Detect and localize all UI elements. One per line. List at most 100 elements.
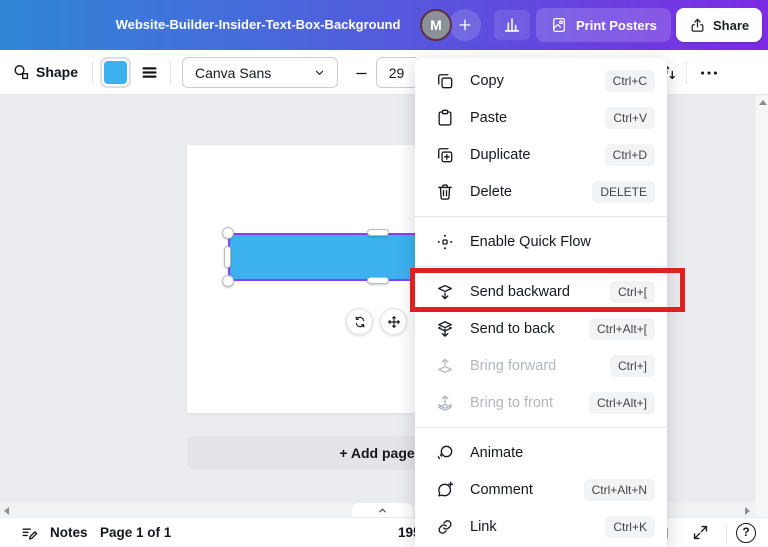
toolbar-divider (92, 61, 93, 84)
share-icon (689, 17, 706, 34)
statusbar-divider (726, 524, 727, 542)
menu-item-send-to-back[interactable]: Send to back Ctrl+Alt+[ (415, 310, 667, 347)
menu-item-paste[interactable]: Paste Ctrl+V (415, 99, 667, 136)
shape-label: Shape (36, 50, 78, 95)
menu-item-send-backward[interactable]: Send backwardCtrl+[ (415, 273, 667, 310)
shortcut-badge: Ctrl+C (605, 70, 655, 92)
resize-handle-left[interactable] (224, 246, 231, 268)
share-label: Share (713, 18, 749, 33)
share-button[interactable]: Share (676, 8, 762, 42)
menu-separator (415, 266, 667, 267)
move-icon (386, 314, 402, 330)
resize-handle-top-left[interactable] (222, 227, 234, 239)
menu-item-copy[interactable]: Copy Ctrl+C (415, 62, 667, 99)
menu-item-label: Send to back (470, 321, 574, 337)
menu-item-label: Copy (470, 73, 590, 89)
rotate-icon (352, 314, 368, 330)
font-family-select[interactable]: Canva Sans (182, 57, 338, 88)
canva-editor-window: Website-Builder-Insider-Text-Box-Backgro… (0, 0, 768, 547)
menu-item-label: Delete (470, 184, 577, 200)
menu-item-label: Paste (470, 110, 590, 126)
menu-item-label: Comment (470, 482, 569, 498)
menu-item-bring-forward: Bring forward Ctrl+] (415, 347, 667, 384)
bring-forward-icon (435, 356, 455, 376)
link-icon (435, 517, 455, 537)
comment-icon (435, 480, 455, 500)
menu-item-label: Animate (470, 445, 655, 461)
shortcut-badge: Ctrl+] (610, 355, 655, 377)
shortcut-badge: Ctrl+V (605, 107, 655, 129)
font-size-decrease-button[interactable] (350, 62, 372, 84)
add-member-button[interactable] (449, 9, 481, 41)
rotate-button[interactable] (346, 308, 373, 335)
menu-separator (415, 427, 667, 428)
font-name: Canva Sans (195, 65, 271, 81)
avatar[interactable]: M (420, 9, 452, 41)
menu-item-label: Duplicate (470, 147, 590, 163)
trash-icon (435, 182, 455, 202)
insights-button[interactable] (494, 10, 530, 40)
scrollbar-corner (755, 503, 768, 517)
animate-icon (435, 443, 455, 463)
menu-item-label: Enable Quick Flow (470, 234, 655, 250)
minus-icon (353, 65, 370, 82)
ellipsis-icon (698, 62, 720, 84)
plus-icon (456, 16, 474, 34)
stroke-style-button[interactable] (140, 63, 159, 82)
duplicate-icon (435, 145, 455, 165)
scroll-left-arrow-icon[interactable] (4, 507, 9, 515)
shortcut-badge: Ctrl+Alt+N (584, 479, 655, 501)
copy-icon (435, 71, 455, 91)
menu-item-bring-to-front: Bring to frontCtrl+Alt+] (415, 384, 667, 421)
stroke-lines-icon (140, 63, 159, 82)
shape-tool-icon (12, 63, 31, 82)
menu-item-label: Bring forward (470, 358, 595, 374)
fill-color-button[interactable] (100, 57, 131, 88)
menu-item-delete[interactable]: DeleteDELETE (415, 173, 667, 210)
collapse-panel-tab[interactable] (352, 503, 413, 517)
font-size-input[interactable]: 29 (376, 57, 416, 88)
more-options-button[interactable] (698, 62, 720, 84)
resize-handle-bottom[interactable] (367, 277, 389, 284)
scroll-right-arrow-icon[interactable] (745, 507, 750, 515)
chevron-up-icon (376, 504, 389, 517)
print-posters-button[interactable]: Print Posters (536, 8, 671, 42)
bar-chart-icon (501, 14, 523, 36)
context-menu: Copy Ctrl+C Paste Ctrl+V Duplicate Ctrl+D Dele… (415, 58, 667, 547)
bring-to-front-icon (435, 393, 455, 413)
quick-flow-icon (435, 232, 455, 252)
chevron-down-icon (312, 65, 327, 80)
paste-icon (435, 108, 455, 128)
print-posters-label: Print Posters (576, 18, 657, 33)
shortcut-badge: Ctrl+D (605, 144, 655, 166)
resize-handle-bottom-left[interactable] (222, 275, 234, 287)
scroll-up-arrow-icon[interactable] (759, 100, 767, 105)
send-backward-icon (435, 282, 455, 302)
poster-icon (550, 16, 568, 34)
resize-handle-top[interactable] (367, 229, 389, 236)
add-page-label: + Add page (339, 445, 414, 461)
toolbar-divider (170, 61, 171, 84)
fullscreen-icon[interactable] (691, 523, 710, 542)
help-icon[interactable]: ? (736, 523, 756, 543)
menu-item-animate[interactable]: Animate (415, 434, 667, 471)
notes-icon (20, 524, 39, 543)
vertical-scrollbar[interactable] (755, 95, 768, 503)
shortcut-badge: Ctrl+[ (610, 281, 655, 303)
move-button[interactable] (380, 308, 407, 335)
top-bar: Website-Builder-Insider-Text-Box-Backgro… (0, 0, 768, 50)
menu-item-duplicate[interactable]: Duplicate Ctrl+D (415, 136, 667, 173)
menu-item-link[interactable]: Link Ctrl+K (415, 508, 667, 545)
document-title[interactable]: Website-Builder-Insider-Text-Box-Backgro… (100, 0, 416, 50)
menu-item-comment[interactable]: Comment Ctrl+Alt+N (415, 471, 667, 508)
send-to-back-icon (435, 319, 455, 339)
page-indicator[interactable]: Page 1 of 1 (100, 518, 171, 547)
shortcut-badge: Ctrl+K (605, 516, 655, 538)
menu-item-enable-quick-flow[interactable]: Enable Quick Flow (415, 223, 667, 260)
menu-separator (415, 216, 667, 217)
shortcut-badge: Ctrl+Alt+] (589, 392, 655, 414)
fill-color-swatch (104, 61, 127, 84)
menu-item-label: Link (470, 519, 590, 535)
shortcut-badge: Ctrl+Alt+[ (589, 318, 655, 340)
notes-button[interactable]: Notes (50, 518, 88, 547)
